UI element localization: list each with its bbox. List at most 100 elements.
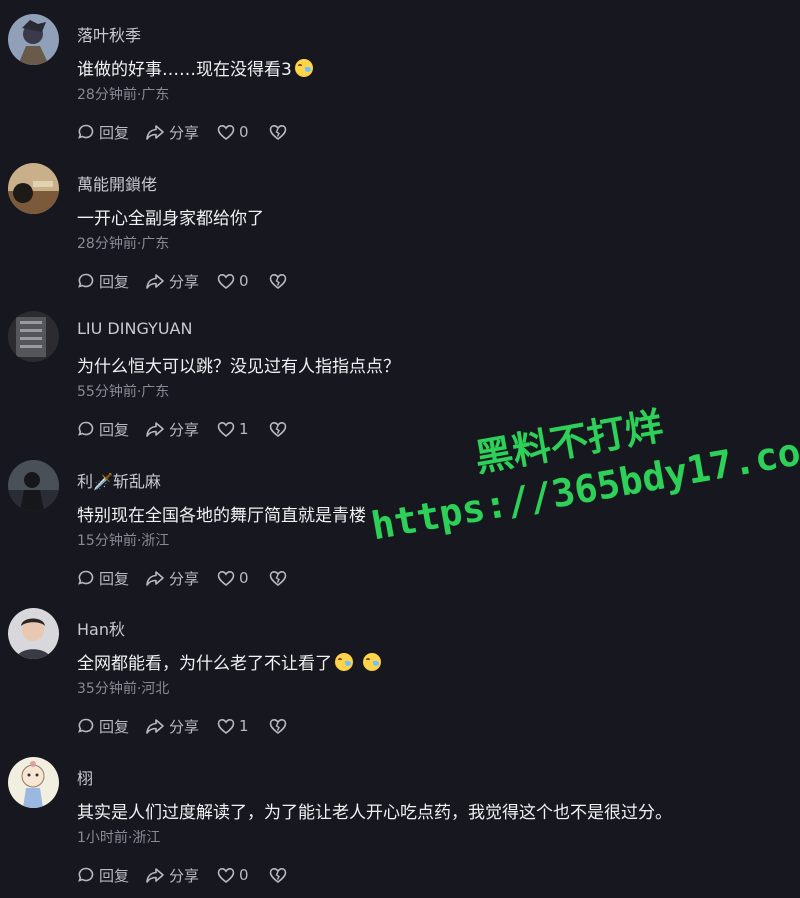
share-label: 分享 [169, 272, 200, 291]
like-count: 0 [239, 569, 249, 587]
reply-bubble-icon [78, 421, 94, 436]
avatar[interactable] [8, 311, 59, 362]
like-count: 1 [239, 717, 249, 735]
share-arrow-icon [146, 719, 164, 734]
reply-button[interactable]: 回复 [77, 716, 145, 737]
username[interactable]: Han秋 [77, 616, 125, 640]
reply-button[interactable]: 回复 [77, 419, 145, 440]
avatar[interactable] [8, 163, 59, 214]
like-button[interactable]: 0 [217, 569, 269, 587]
username[interactable]: 落叶秋季 [77, 22, 141, 46]
comment-meta: 15分钟前·浙江 [77, 533, 170, 549]
like-button[interactable]: 1 [217, 420, 269, 438]
comment-meta: 28分钟前·广东 [77, 87, 170, 103]
reply-button[interactable]: 回复 [77, 122, 145, 143]
comment-actions: 回复 分享 0 [77, 122, 287, 142]
share-arrow-icon [146, 868, 164, 883]
share-arrow-icon [146, 571, 164, 586]
broken-heart-icon [269, 570, 287, 586]
heart-icon [217, 273, 235, 289]
laughing-crying-emoji-icon [294, 59, 313, 77]
share-label: 分享 [169, 717, 200, 736]
share-button[interactable]: 分享 [145, 716, 217, 737]
reply-label: 回复 [99, 123, 130, 142]
like-count: 0 [239, 123, 249, 141]
reply-button[interactable]: 回复 [77, 568, 145, 589]
comment-meta: 55分钟前·广东 [77, 384, 170, 400]
dislike-button[interactable] [269, 718, 287, 735]
share-label: 分享 [169, 866, 200, 885]
comment-item: LIU DINGYUAN 为什么恒大可以跳？没见过有人指指点点？ 55分钟前·广… [0, 297, 800, 445]
comment-actions: 回复 分享 1 [77, 419, 287, 439]
avatar[interactable] [8, 14, 59, 65]
reply-label: 回复 [99, 569, 130, 588]
heart-icon [217, 421, 235, 437]
username[interactable]: 栩 [77, 765, 93, 789]
share-arrow-icon [146, 125, 164, 140]
comment-text: 其实是人们过度解读了，为了能让老人开心吃点药，我觉得这个也不是很过分。 [77, 803, 672, 823]
comment-item: 萬能開鎖佬 一开心全副身家都给你了 28分钟前·广东 回复 分享 0 [0, 149, 800, 297]
dislike-button[interactable] [269, 273, 287, 290]
share-button[interactable]: 分享 [145, 271, 217, 292]
broken-heart-icon [269, 124, 287, 140]
share-label: 分享 [169, 569, 200, 588]
dislike-button[interactable] [269, 124, 287, 141]
reply-label: 回复 [99, 866, 130, 885]
like-count: 0 [239, 272, 249, 290]
comment-actions: 回复 分享 0 [77, 865, 287, 885]
avatar[interactable] [8, 757, 59, 808]
dislike-button[interactable] [269, 867, 287, 884]
like-button[interactable]: 0 [217, 866, 269, 884]
share-arrow-icon [146, 422, 164, 437]
reply-button[interactable]: 回复 [77, 271, 145, 292]
comment-text: 一开心全副身家都给你了 [77, 209, 264, 229]
dislike-button[interactable] [269, 570, 287, 587]
broken-heart-icon [269, 273, 287, 289]
heart-icon [217, 867, 235, 883]
share-button[interactable]: 分享 [145, 568, 217, 589]
comment-actions: 回复 分享 0 [77, 568, 287, 588]
share-button[interactable]: 分享 [145, 419, 217, 440]
comment-meta: 35分钟前·河北 [77, 681, 170, 697]
comment-actions: 回复 分享 1 [77, 716, 287, 736]
laughing-crying-emoji-icon [335, 653, 353, 671]
share-button[interactable]: 分享 [145, 865, 217, 886]
reply-bubble-icon [78, 273, 94, 288]
reply-bubble-icon [78, 718, 94, 733]
comment-text: 特别现在全国各地的舞厅简直就是青楼 [77, 506, 366, 526]
username[interactable]: LIU DINGYUAN [77, 319, 192, 338]
share-button[interactable]: 分享 [145, 122, 217, 143]
comment-item: 落叶秋季 谁做的好事……现在没得看3 28分钟前·广东 回复 分享 0 [0, 0, 800, 148]
comment-meta: 1小时前·浙江 [77, 830, 161, 846]
laughing-crying-emoji-icon [363, 653, 381, 671]
share-label: 分享 [169, 420, 200, 439]
heart-icon [217, 718, 235, 734]
username[interactable]: 萬能開鎖佬 [77, 171, 157, 195]
reply-label: 回复 [99, 717, 130, 736]
broken-heart-icon [269, 867, 287, 883]
like-button[interactable]: 0 [217, 272, 269, 290]
like-button[interactable]: 1 [217, 717, 269, 735]
broken-heart-icon [269, 421, 287, 437]
comment-item: Han秋 全网都能看，为什么老了不让看了 35分钟前·河北 回复 分享 1 [0, 594, 800, 742]
like-count: 0 [239, 866, 249, 884]
comment-actions: 回复 分享 0 [77, 271, 287, 291]
heart-icon [217, 124, 235, 140]
reply-bubble-icon [78, 867, 94, 882]
dislike-button[interactable] [269, 421, 287, 438]
broken-heart-icon [269, 718, 287, 734]
avatar[interactable] [8, 460, 59, 511]
like-count: 1 [239, 420, 249, 438]
reply-button[interactable]: 回复 [77, 865, 145, 886]
heart-icon [217, 570, 235, 586]
comment-item: 栩 其实是人们过度解读了，为了能让老人开心吃点药，我觉得这个也不是很过分。 1小… [0, 743, 800, 891]
like-button[interactable]: 0 [217, 123, 269, 141]
avatar[interactable] [8, 608, 59, 659]
username[interactable]: 利🗡️斩乱麻 [77, 468, 161, 492]
comment-text: 全网都能看，为什么老了不让看了 [77, 649, 381, 674]
comment-text: 为什么恒大可以跳？没见过有人指指点点？ [77, 357, 400, 377]
reply-label: 回复 [99, 420, 130, 439]
share-label: 分享 [169, 123, 200, 142]
reply-label: 回复 [99, 272, 130, 291]
comment-meta: 28分钟前·广东 [77, 236, 170, 252]
